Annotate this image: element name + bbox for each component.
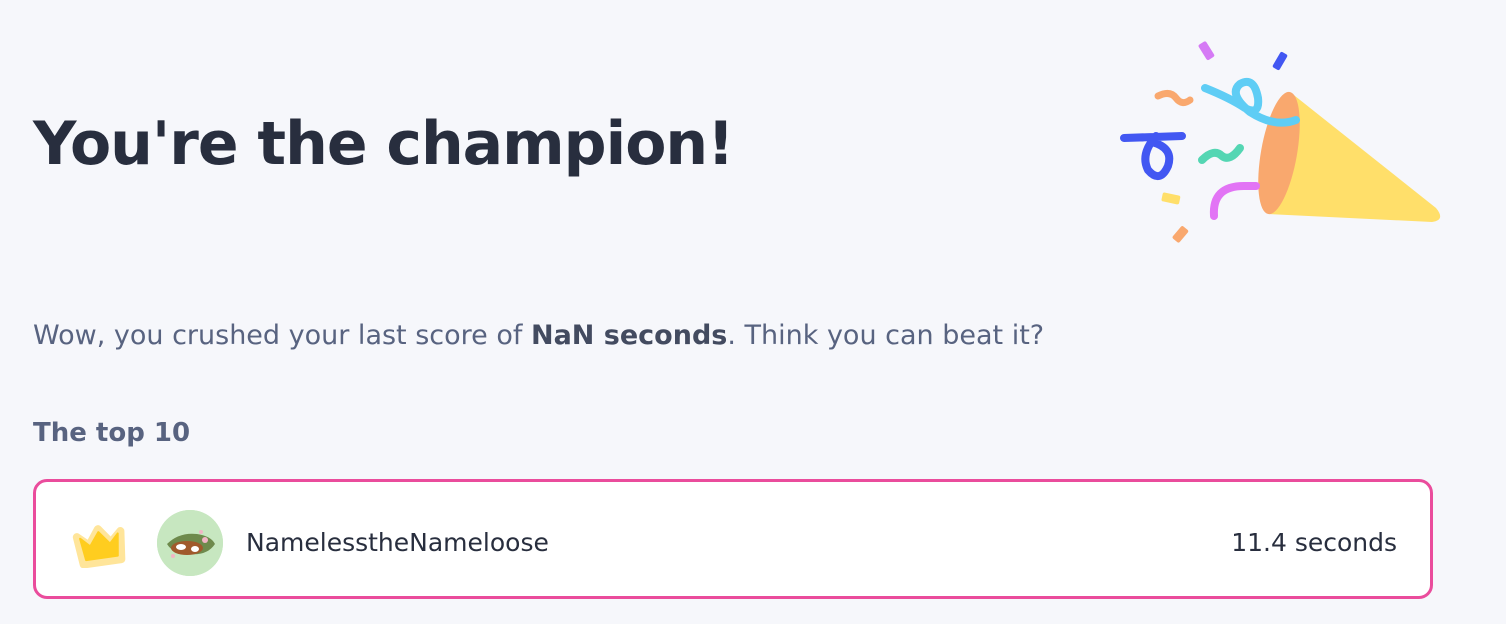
user-avatar (157, 510, 223, 576)
username: NamelesstheNameloose (246, 528, 549, 557)
leaderboard-row: NamelesstheNameloose 11.4 seconds (33, 479, 1433, 599)
score-message-prefix: Wow, you crushed your last score of (33, 320, 531, 351)
champion-page: You're the champion! Wow, you crushed yo… (0, 0, 1506, 624)
previous-score: NaN seconds (530, 320, 728, 351)
score-message: Wow, you crushed your last score of NaN … (33, 316, 1044, 356)
party-popper-icon (1120, 41, 1441, 243)
score-message-suffix: . Think you can beat it? (727, 320, 1045, 351)
page-title: You're the champion! (33, 109, 734, 179)
leaderboard-heading: The top 10 (33, 418, 191, 448)
score-value: 11.4 seconds (1231, 528, 1397, 557)
crown-icon (72, 525, 126, 568)
